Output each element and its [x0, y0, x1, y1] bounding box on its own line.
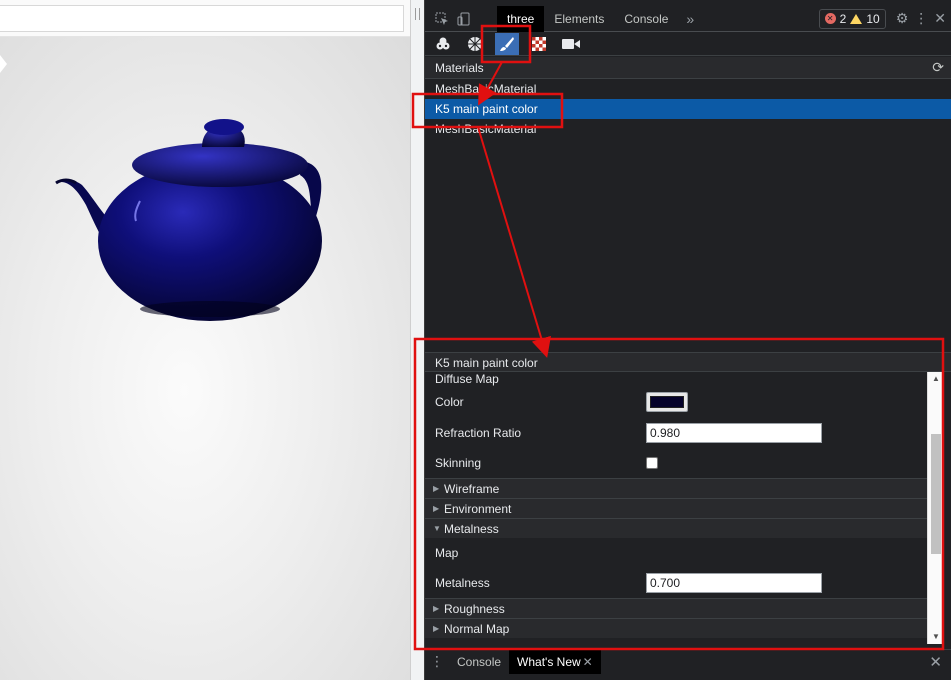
tab-elements[interactable]: Elements	[544, 6, 614, 32]
color-swatch-fill	[650, 396, 684, 408]
environment-section[interactable]: ▶ Environment	[425, 498, 927, 518]
close-tab-icon[interactable]: ✕	[583, 655, 593, 669]
materials-title: Materials	[435, 60, 484, 75]
metalness-row: Metalness 0.700	[425, 568, 927, 598]
geometry-icon[interactable]	[463, 33, 487, 55]
refresh-icon[interactable]: ⟳	[932, 59, 944, 76]
wireframe-section[interactable]: ▶ Wireframe	[425, 478, 927, 498]
materials-list: MeshBasicMaterial K5 main paint color Me…	[425, 79, 951, 349]
settings-gear-icon[interactable]: ⚙	[896, 10, 909, 27]
refraction-row: Refraction Ratio 0.980	[425, 418, 927, 448]
drawer-menu-icon[interactable]: ⋮	[425, 653, 449, 670]
section-label: Normal Map	[444, 621, 510, 636]
normal-map-section[interactable]: ▶ Normal Map	[425, 618, 927, 638]
warning-count: 10	[866, 11, 880, 26]
properties-scrollbar[interactable]: ▲ ▼	[927, 372, 943, 644]
scroll-down-arrow-icon[interactable]: ▼	[928, 630, 944, 644]
drawer-tab-whats-new[interactable]: What's New ✕	[509, 649, 601, 674]
kebab-menu-icon[interactable]: ⋮	[914, 10, 928, 27]
splitter-grip-icon[interactable]	[415, 8, 420, 20]
diffuse-map-row: Diffuse Map	[425, 372, 927, 386]
section-label: Metalness	[444, 521, 499, 536]
three-toolbar	[425, 32, 951, 56]
issues-counter[interactable]: ✕ 2 10	[818, 8, 886, 29]
drawer-tab-label: What's New	[517, 654, 581, 669]
inspect-element-icon[interactable]	[431, 8, 453, 30]
page-input-field[interactable]	[0, 5, 404, 32]
expand-triangle-icon: ▶	[433, 484, 440, 493]
list-item[interactable]: MeshBasicMaterial	[425, 119, 951, 139]
scene-edge-marker	[0, 55, 7, 73]
list-item[interactable]: MeshBasicMaterial	[425, 79, 951, 99]
metalness-section[interactable]: ▼ Metalness	[425, 518, 927, 538]
list-item[interactable]: K5 main paint color	[425, 99, 951, 119]
material-detail-title: K5 main paint color	[425, 352, 951, 372]
drawer-tab-console[interactable]: Console	[449, 650, 509, 674]
metalness-input[interactable]: 0.700	[646, 573, 822, 593]
scrollbar-thumb[interactable]	[931, 434, 941, 554]
skinning-label: Skinning	[435, 456, 482, 470]
roughness-section[interactable]: ▶ Roughness	[425, 598, 927, 618]
skinning-row: Skinning	[425, 448, 927, 478]
webgl-viewport[interactable]	[0, 0, 410, 680]
tab-console[interactable]: Console	[614, 6, 678, 32]
devtools-panel: three Elements Console » ✕ 2 10 ⚙ ⋮ ✕ Ma…	[424, 0, 951, 680]
scene-icon[interactable]	[431, 33, 455, 55]
page-top-bar	[0, 0, 410, 37]
color-row: Color	[425, 386, 927, 418]
refraction-ratio-input[interactable]: 0.980	[646, 423, 822, 443]
materials-panel-header: Materials ⟳	[425, 57, 951, 79]
metalness-label: Metalness	[435, 576, 490, 590]
diffuse-map-label: Diffuse Map	[435, 372, 499, 386]
skinning-checkbox[interactable]	[646, 457, 658, 469]
error-icon: ✕	[824, 13, 836, 24]
tab-three[interactable]: three	[497, 5, 545, 32]
collapse-triangle-icon: ▼	[433, 524, 441, 533]
device-toolbar-icon[interactable]	[453, 8, 475, 30]
more-tabs-icon[interactable]: »	[678, 11, 702, 27]
scroll-up-arrow-icon[interactable]: ▲	[928, 372, 944, 386]
warning-icon	[850, 13, 863, 24]
expand-triangle-icon: ▶	[433, 604, 440, 613]
teapot-mesh[interactable]	[52, 113, 327, 328]
material-properties: Diffuse Map Color Refraction Ratio 0.980…	[425, 372, 927, 648]
texture-checker-icon[interactable]	[527, 33, 551, 55]
error-count: 2	[839, 11, 847, 26]
metalness-map-row: Map	[425, 538, 927, 568]
refraction-ratio-label: Refraction Ratio	[435, 426, 522, 440]
camera-icon[interactable]	[559, 33, 583, 55]
panel-splitter[interactable]	[410, 0, 424, 680]
color-swatch[interactable]	[646, 392, 688, 412]
bottom-drawer: ⋮ Console What's New ✕ ✕	[425, 649, 951, 674]
color-label: Color	[435, 395, 464, 409]
expand-triangle-icon: ▶	[433, 624, 440, 633]
expand-triangle-icon: ▶	[433, 504, 440, 513]
section-label: Roughness	[444, 601, 505, 616]
metalness-map-label: Map	[435, 546, 459, 560]
close-drawer-icon[interactable]: ✕	[929, 653, 942, 671]
section-label: Environment	[444, 501, 512, 516]
devtools-tabbar: three Elements Console » ✕ 2 10 ⚙ ⋮ ✕	[425, 5, 951, 32]
close-devtools-icon[interactable]: ✕	[934, 10, 946, 27]
section-label: Wireframe	[444, 481, 500, 496]
material-brush-icon[interactable]	[495, 32, 519, 55]
